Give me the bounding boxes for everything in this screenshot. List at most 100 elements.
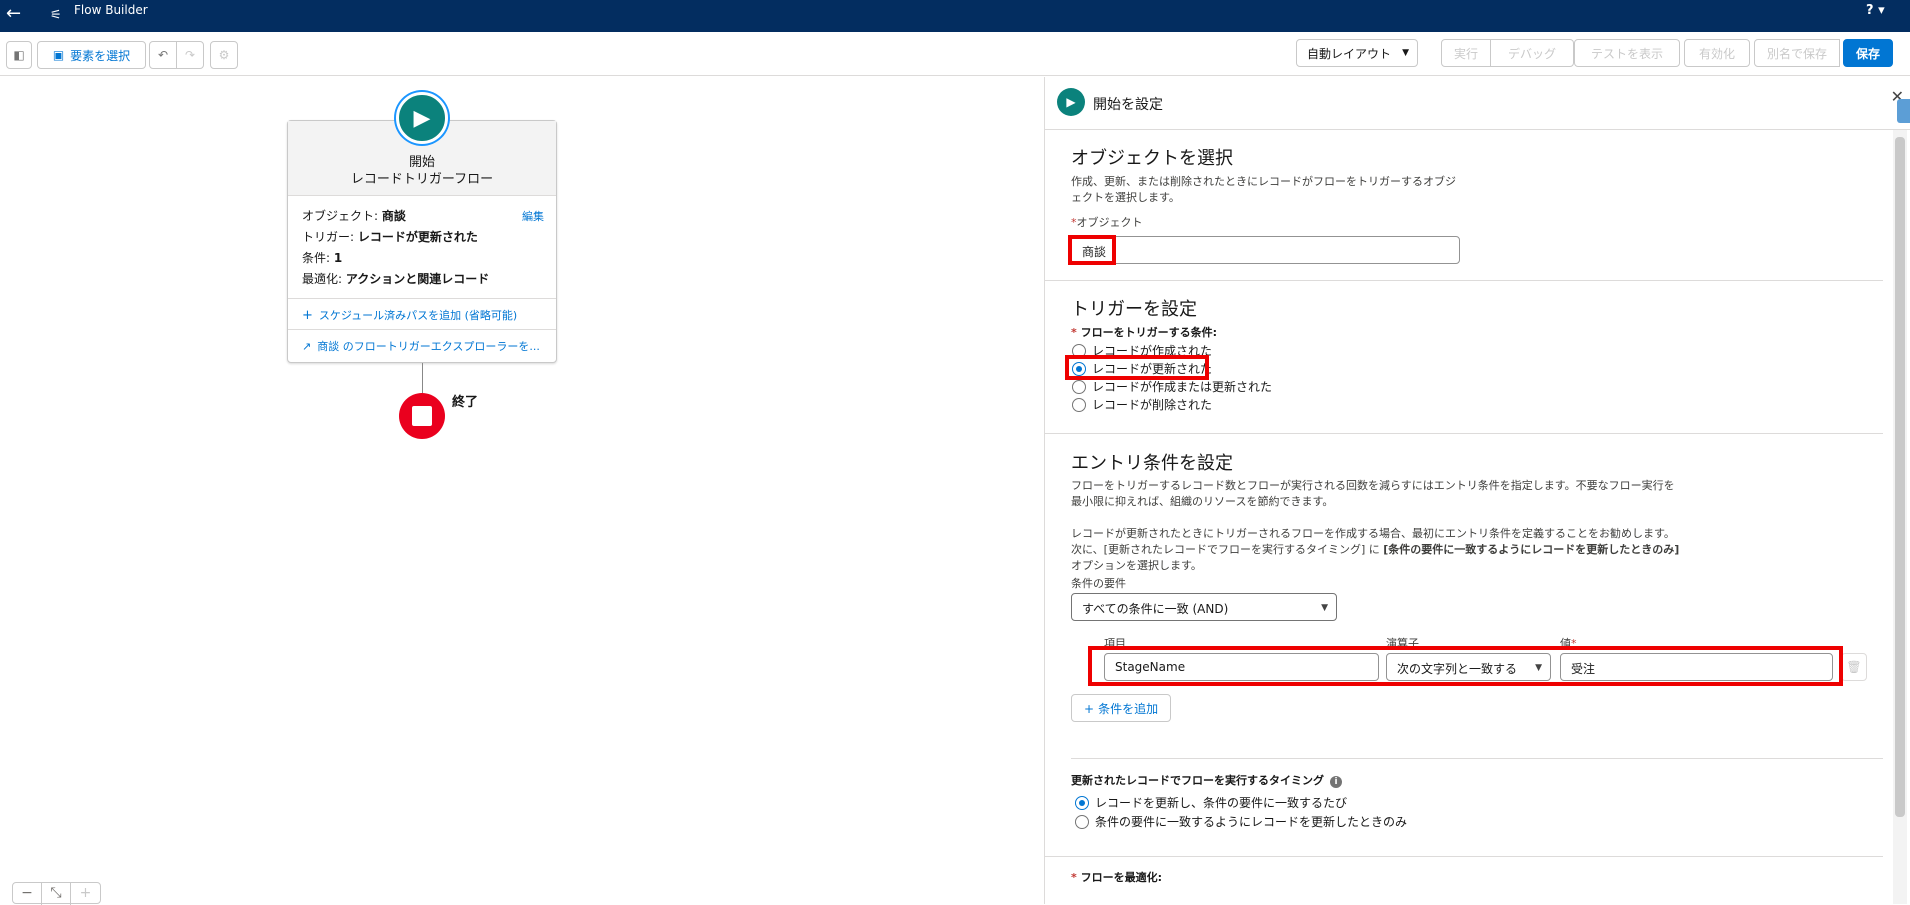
panel-scrollbar-thumb[interactable] [1895, 137, 1905, 817]
redo-icon: ↷ [184, 48, 196, 62]
chevron-down-icon: ▼ [1321, 603, 1328, 613]
timing-option-only-when-met[interactable]: 条件の要件に一致するようにレコードを更新したときのみ [1075, 813, 1407, 830]
trash-icon: 🗑 [1846, 660, 1862, 674]
highlight-box [1088, 646, 1843, 686]
radio-icon [1072, 379, 1086, 394]
add-scheduled-path-link[interactable]: + スケジュール済みパスを追加 (省略可能) [288, 298, 556, 329]
select-elements-label: 要素を選択 [70, 48, 131, 63]
help-menu-button[interactable]: ? ▾ [1866, 3, 1885, 18]
object-description-line1: 作成、更新、または削除されたときにレコードがフローをトリガーするオブジ [1071, 175, 1456, 188]
entry-description-line: オプションを選択します。 [1071, 559, 1202, 572]
debug-label: デバッグ [1507, 46, 1556, 61]
redo-button[interactable]: ↷ [176, 41, 204, 69]
panel-title: 開始を設定 [1093, 97, 1163, 113]
trigger-option-created-or-updated[interactable]: レコードが作成または更新された [1072, 378, 1272, 395]
panel-left-icon: ◧ [13, 48, 25, 62]
object-row: オブジェクト: 商談 [302, 206, 542, 227]
object-value: 商談 [381, 209, 406, 223]
start-node-icon[interactable]: ▶ [396, 92, 448, 144]
activate-button[interactable]: 有効化 [1684, 39, 1750, 67]
timing-heading-text: 更新されたレコードでフローを実行するタイミング [1071, 774, 1324, 787]
timing-option-label: レコードを更新し、条件の要件に一致するたび [1095, 796, 1348, 810]
highlight-box [1068, 235, 1116, 265]
optimize-row: 最適化: アクションと関連レコード [302, 269, 542, 290]
add-condition-label: 条件を追加 [1098, 702, 1159, 716]
view-tests-button[interactable]: テストを表示 [1574, 39, 1680, 67]
timing-heading: 更新されたレコードでフローを実行するタイミング i [1071, 773, 1342, 789]
debug-button[interactable]: デバッグ [1490, 39, 1574, 67]
condition-requirement-value: すべての条件に一致 (AND) [1082, 602, 1229, 616]
trigger-section-heading: トリガーを設定 [1071, 299, 1197, 320]
end-node[interactable] [399, 393, 445, 439]
trigger-section: トリガーを設定 * フローをトリガーする条件: レコードが作成された レコードが… [1045, 281, 1883, 434]
divider [1045, 856, 1883, 857]
trigger-value: レコードが更新された [357, 230, 478, 244]
undo-button[interactable]: ↶ [149, 41, 177, 69]
optimize-field-label: * フローを最適化: [1071, 871, 1162, 884]
radio-icon [1072, 397, 1086, 412]
settings-button[interactable]: ⚙ [210, 41, 238, 69]
edit-link[interactable]: 編集 [522, 206, 544, 227]
flow-canvas[interactable]: 開始 レコードトリガーフロー 編集 オブジェクト: 商談 トリガー: レコードが… [0, 77, 1044, 904]
zoom-out-button[interactable]: − [13, 883, 42, 905]
back-arrow-icon[interactable]: ← [6, 3, 21, 24]
object-label: オブジェクト: [302, 209, 379, 223]
start-element-card[interactable]: 開始 レコードトリガーフロー 編集 オブジェクト: 商談 トリガー: レコードが… [287, 120, 557, 363]
fit-view-button[interactable]: ⤡ [42, 883, 71, 905]
trigger-option-deleted[interactable]: レコードが削除された [1072, 396, 1212, 413]
object-section-heading: オブジェクトを選択 [1071, 148, 1233, 169]
zoom-in-button[interactable]: + [71, 883, 100, 905]
trigger-field-label: * フローをトリガーする条件: [1071, 326, 1217, 339]
trigger-label: トリガー: [302, 230, 355, 244]
save-label: 保存 [1855, 46, 1880, 61]
trigger-option-label: レコードが削除された [1092, 398, 1213, 412]
entry-description-line: 最小限に抑えれば、組織のリソースを節約できます。 [1071, 495, 1334, 508]
auto-layout-select[interactable]: 自動レイアウト ▼ [1296, 39, 1418, 67]
object-input[interactable]: 商談 [1071, 236, 1460, 264]
conditions-row: 条件: 1 [302, 248, 542, 269]
external-link-icon: ↗ [302, 340, 312, 353]
activate-label: 有効化 [1698, 46, 1735, 61]
entry-description-line: 次に、[更新されたレコードでフローを実行するタイミング] に [条件の要件に一致… [1071, 542, 1679, 558]
property-editor-panel: ▶ 開始を設定 ✕ オブジェクトを選択 作成、更新、または削除されたときにレコー… [1044, 77, 1910, 904]
object-field-label: *オブジェクト [1071, 216, 1143, 229]
radio-icon [1075, 814, 1089, 829]
panel-collapse-tab[interactable] [1897, 99, 1910, 123]
object-section: オブジェクトを選択 作成、更新、または削除されたときにレコードがフローをトリガー… [1045, 131, 1883, 281]
select-elements-button[interactable]: ▣ 要素を選択 [37, 41, 146, 69]
delete-condition-button[interactable]: 🗑 [1841, 653, 1867, 681]
add-icon: + [302, 308, 313, 323]
trigger-row: トリガー: レコードが更新された [302, 227, 542, 248]
optimize-value: アクションと関連レコード [345, 272, 490, 286]
save-as-button[interactable]: 別名で保存 [1754, 39, 1840, 67]
toggle-toolbox-button[interactable]: ◧ [6, 41, 32, 69]
add-icon: + [1084, 702, 1095, 716]
optimize-field-label-text: フローを最適化: [1080, 871, 1162, 884]
save-button[interactable]: 保存 [1843, 39, 1893, 67]
trigger-explorer-link[interactable]: ↗ 商談 のフロートリガーエクスプローラーを... [288, 329, 556, 360]
radio-selected-icon [1075, 795, 1089, 810]
timing-option-every-update[interactable]: レコードを更新し、条件の要件に一致するたび [1075, 794, 1347, 811]
trigger-explorer-label: 商談 のフロートリガーエクスプローラーを... [317, 340, 540, 353]
flow-builder-logo-icon: ⚟ [50, 8, 62, 23]
app-title: Flow Builder [74, 3, 148, 17]
undo-icon: ↶ [157, 48, 169, 62]
gear-icon: ⚙ [218, 48, 230, 62]
run-button[interactable]: 実行 [1441, 39, 1491, 67]
info-icon[interactable]: i [1330, 776, 1342, 788]
conditions-label: 条件: [302, 251, 331, 265]
add-condition-button[interactable]: + 条件を追加 [1071, 694, 1172, 722]
condition-requirement-select[interactable]: すべての条件に一致 (AND) ▼ [1071, 593, 1337, 621]
start-subtitle: レコードトリガーフロー [350, 172, 494, 187]
run-label: 実行 [1453, 46, 1478, 61]
start-properties: 編集 オブジェクト: 商談 トリガー: レコードが更新された 条件: 1 最適化… [288, 196, 556, 290]
trigger-option-label: レコードが作成または更新された [1092, 380, 1273, 394]
entry-description: フローをトリガーするレコード数とフローが実行される回数を減らすにはエントリ条件を… [1071, 478, 1679, 574]
entry-description-line: レコードが更新されたときにトリガーされるフローを作成する場合、最初にエントリ条件… [1071, 527, 1675, 540]
end-label: 終了 [452, 395, 479, 410]
entry-section-heading: エントリ条件を設定 [1071, 453, 1233, 474]
connector-line [422, 363, 423, 393]
entry-description-bold: [条件の要件に一致するようにレコードを更新したときのみ] [1383, 543, 1680, 556]
entry-description-text: 次に、[更新されたレコードでフローを実行するタイミング] に [1071, 543, 1384, 556]
start-icon: ▶ [1057, 88, 1085, 116]
